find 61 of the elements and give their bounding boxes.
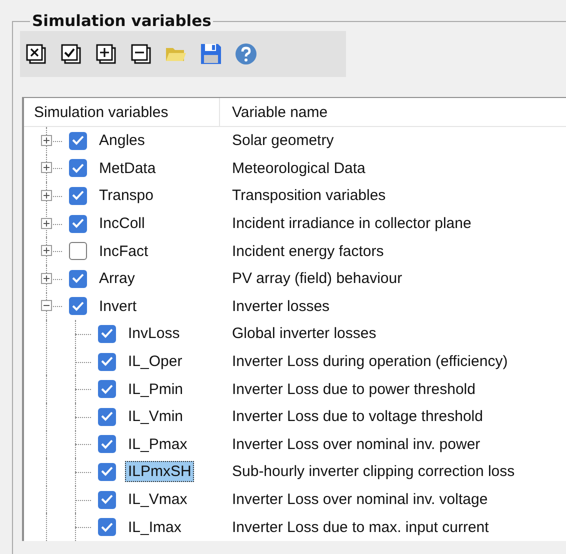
checkbox[interactable]: [69, 214, 87, 233]
checkbox[interactable]: [69, 297, 87, 316]
variable-name: Global inverter losses: [232, 325, 376, 342]
checkbox[interactable]: [98, 462, 116, 481]
variable-code[interactable]: IL_Imax: [125, 516, 184, 538]
variable-name: Incident irradiance in collector plane: [232, 215, 472, 232]
variable-code[interactable]: Angles: [96, 130, 148, 152]
variable-name: Inverter Loss due to power threshold: [232, 380, 476, 398]
expand-icon[interactable]: [41, 245, 52, 256]
checkbox[interactable]: [98, 380, 116, 398]
variable-code[interactable]: IncFact: [96, 240, 152, 262]
variable-name: Inverter Loss over nominal inv. voltage: [232, 491, 488, 508]
variable-name: Meteorological Data: [232, 160, 366, 177]
variable-name: Inverter Loss over nominal inv. power: [232, 436, 480, 453]
boxed-x-icon[interactable]: [25, 43, 47, 65]
column-header[interactable]: Variable name: [220, 98, 566, 126]
expand-icon[interactable]: [41, 190, 52, 201]
checkbox[interactable]: [69, 159, 87, 178]
checkbox[interactable]: [98, 435, 116, 454]
checkbox[interactable]: [69, 186, 87, 205]
expand-icon[interactable]: [41, 218, 52, 229]
expand-icon[interactable]: [41, 272, 52, 284]
checkbox[interactable]: [69, 270, 87, 288]
checkbox[interactable]: [98, 352, 116, 371]
expand-icon[interactable]: [41, 134, 52, 146]
boxed-minus-icon[interactable]: [130, 43, 152, 65]
checkbox[interactable]: [98, 518, 116, 536]
variable-name: Sub-hourly inverter clipping correction loss: [232, 463, 515, 480]
variable-code[interactable]: IL_Pmax: [125, 434, 190, 455]
variable-name: Inverter Loss due to voltage threshold: [232, 408, 483, 426]
variable-code[interactable]: IncColl: [96, 213, 148, 234]
variable-code[interactable]: MetData: [96, 158, 159, 179]
variable-code[interactable]: IL_Oper: [125, 351, 186, 372]
group-title: Simulation variables: [31, 12, 212, 30]
checkbox[interactable]: [69, 132, 87, 150]
expand-icon[interactable]: [41, 162, 52, 174]
variable-code[interactable]: IL_Vmin: [125, 406, 186, 428]
checkbox[interactable]: [98, 490, 116, 509]
column-header[interactable]: Simulation variables: [24, 98, 220, 126]
variable-name: Solar geometry: [232, 132, 334, 150]
variable-code[interactable]: Invert: [96, 296, 140, 317]
variable-code[interactable]: ILPmxSH: [125, 461, 194, 482]
variable-name: Inverter Loss due to max. input current: [232, 518, 489, 536]
variable-name: Incident energy factors: [232, 242, 384, 260]
collapse-icon[interactable]: [41, 300, 52, 312]
boxed-check-icon[interactable]: [60, 43, 82, 65]
checkbox[interactable]: [69, 242, 87, 260]
variable-name: PV array (field) behaviour: [232, 270, 402, 288]
variable-code[interactable]: IL_Pmin: [125, 378, 186, 400]
variable-code[interactable]: Transpo: [96, 185, 156, 206]
variable-code[interactable]: InvLoss: [125, 323, 183, 344]
variable-code[interactable]: Array: [96, 268, 138, 290]
boxed-plus-icon[interactable]: [95, 43, 117, 65]
checkbox[interactable]: [98, 324, 116, 343]
save-icon[interactable]: [200, 43, 222, 65]
checkbox[interactable]: [98, 408, 116, 426]
variable-code[interactable]: IL_Vmax: [125, 489, 190, 510]
variable-name: Inverter losses: [232, 298, 330, 315]
variable-name: Inverter Loss during operation (efficiency): [232, 353, 508, 370]
variable-name: Transposition variables: [232, 187, 386, 204]
help-icon[interactable]: [235, 43, 257, 65]
